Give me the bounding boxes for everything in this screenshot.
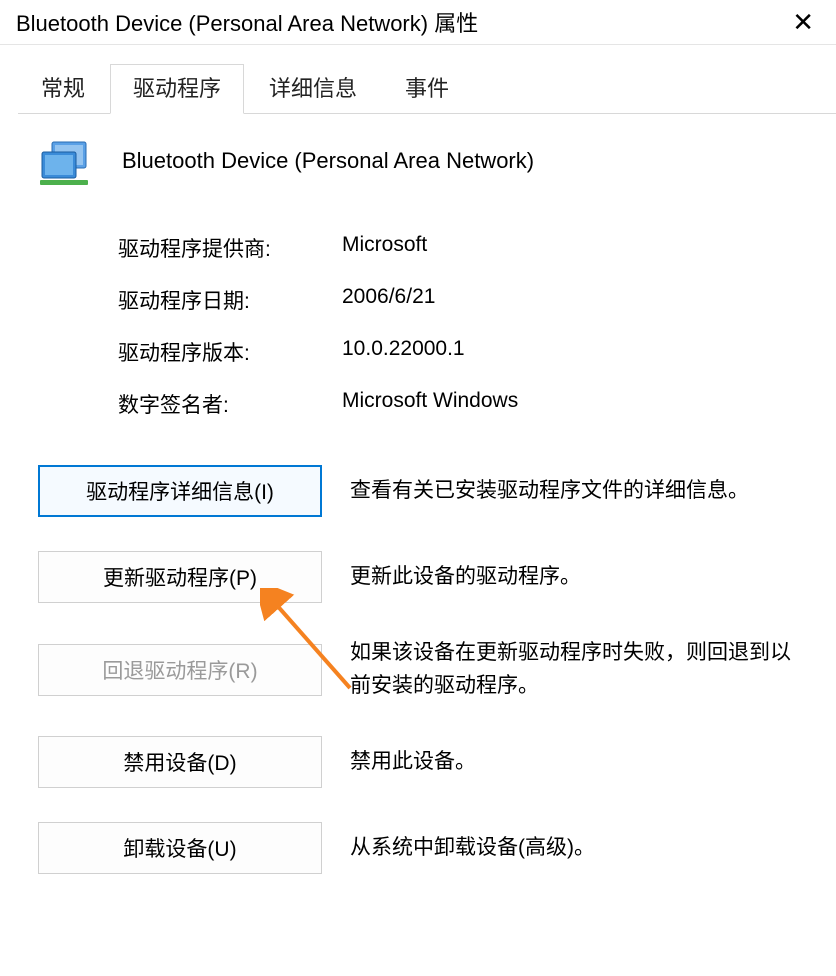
tab-details[interactable]: 详细信息 [246,64,380,114]
update-driver-button[interactable]: 更新驱动程序(P) [38,551,322,603]
disable-device-desc: 禁用此设备。 [350,746,808,779]
rollback-driver-button: 回退驱动程序(R) [38,644,322,696]
tab-strip: 常规 驱动程序 详细信息 事件 [18,63,836,114]
tab-driver[interactable]: 驱动程序 [110,64,244,114]
signer-value: Microsoft Windows [342,389,518,419]
uninstall-device-button[interactable]: 卸载设备(U) [38,822,322,874]
close-icon[interactable]: ✕ [784,7,822,37]
provider-value: Microsoft [342,233,427,263]
device-icon [38,140,94,193]
update-driver-desc: 更新此设备的驱动程序。 [350,561,808,594]
tab-general[interactable]: 常规 [18,64,108,114]
device-name: Bluetooth Device (Personal Area Network) [122,148,534,174]
provider-label: 驱动程序提供商: [118,233,342,263]
driver-details-button[interactable]: 驱动程序详细信息(I) [38,465,322,517]
signer-label: 数字签名者: [118,389,342,419]
version-label: 驱动程序版本: [118,337,342,367]
window-title: Bluetooth Device (Personal Area Network)… [16,6,478,38]
date-label: 驱动程序日期: [118,285,342,315]
driver-details-desc: 查看有关已安装驱动程序文件的详细信息。 [350,475,808,508]
uninstall-device-desc: 从系统中卸载设备(高级)。 [350,832,808,865]
date-value: 2006/6/21 [342,285,435,315]
rollback-driver-desc: 如果该设备在更新驱动程序时失败，则回退到以前安装的驱动程序。 [350,637,808,702]
disable-device-button[interactable]: 禁用设备(D) [38,736,322,788]
tab-events[interactable]: 事件 [382,64,472,114]
version-value: 10.0.22000.1 [342,337,465,367]
